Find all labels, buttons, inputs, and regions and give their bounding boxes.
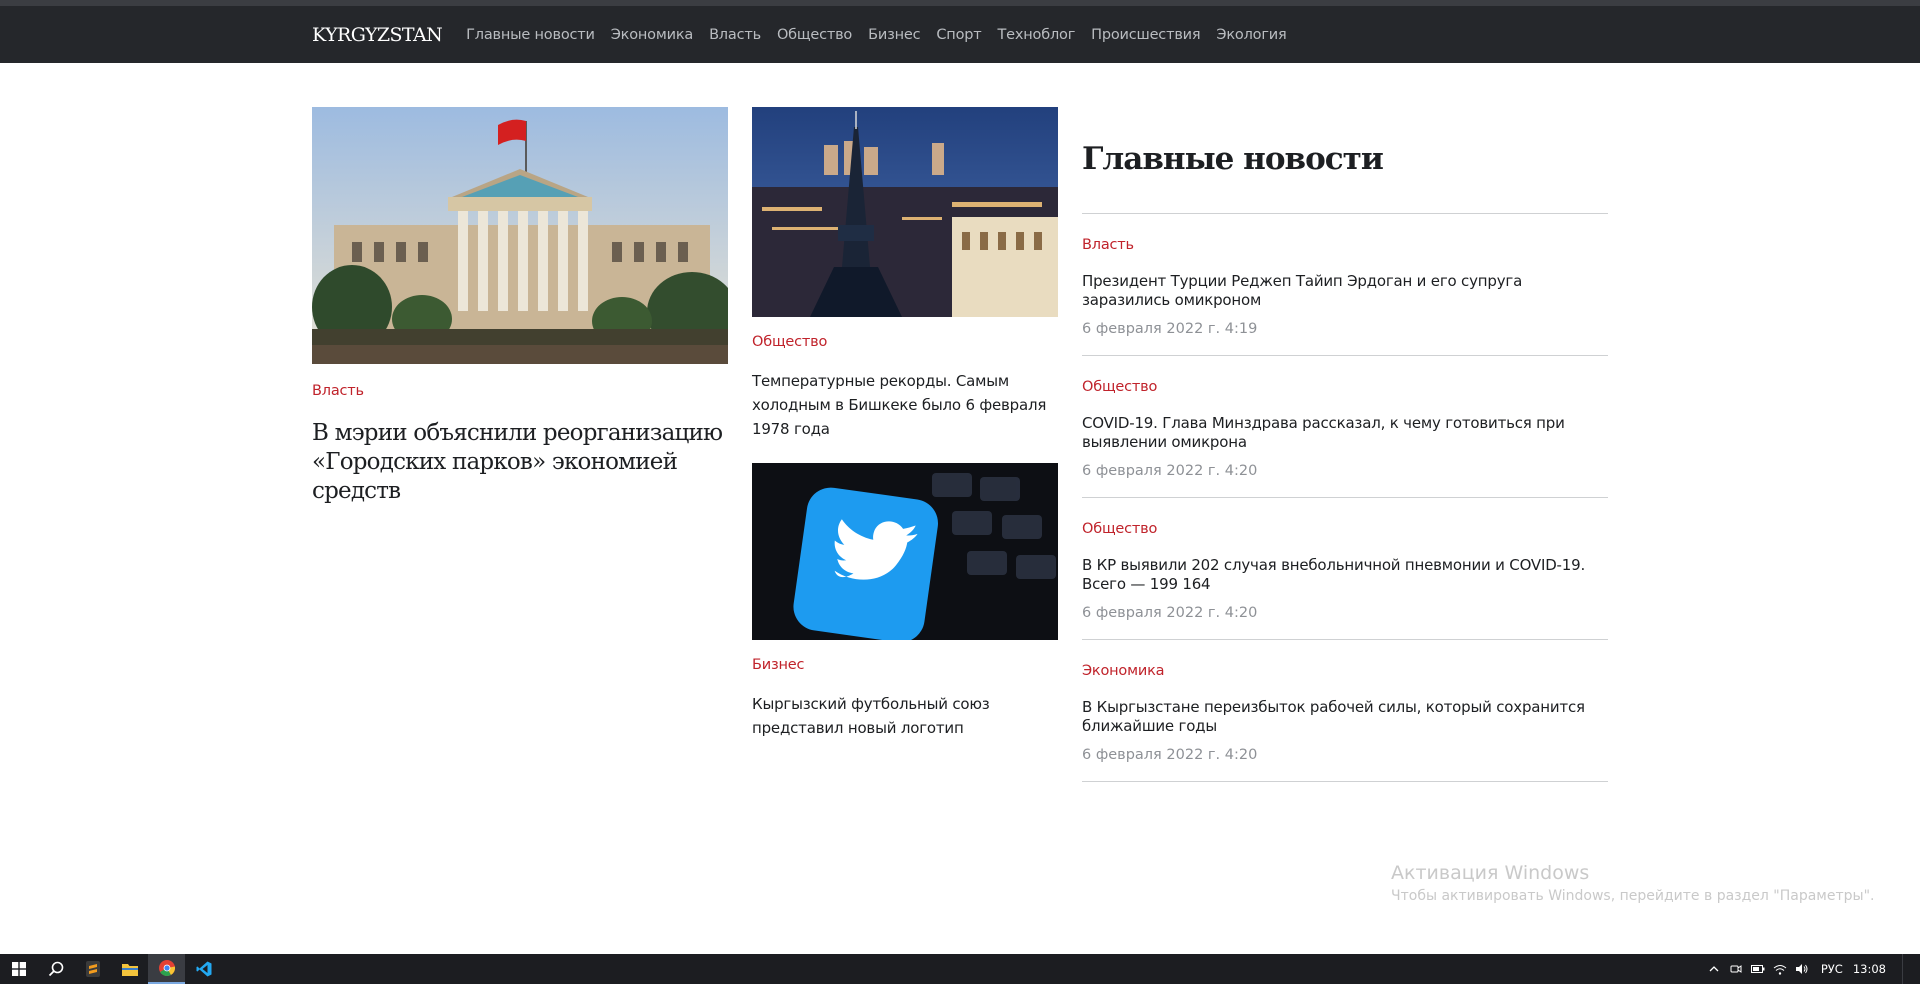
sidebar-item-date: 6 февраля 2022 г. 4:20 — [1082, 605, 1258, 621]
windows-activation-watermark: Активация Windows Чтобы активировать Win… — [1391, 862, 1874, 904]
sidebar-news-item: Общество COVID-19. Глава Минздрава расск… — [1082, 356, 1608, 498]
sidebar-item-date: 6 февраля 2022 г. 4:19 — [1082, 321, 1258, 337]
meet-now-icon[interactable] — [1725, 954, 1747, 984]
sidebar-item-title[interactable]: В Кыргызстане переизбыток рабочей силы, … — [1082, 698, 1608, 736]
mid-story-1-category[interactable]: Общество — [752, 334, 827, 350]
main-nav: Главные новости Экономика Власть Обществ… — [466, 27, 1302, 43]
search-icon[interactable] — [37, 954, 74, 984]
taskbar-clock[interactable]: 13:08 — [1853, 962, 1886, 976]
wifi-icon[interactable] — [1769, 954, 1791, 984]
sidebar-news-item: Общество В КР выявили 202 случая внеболь… — [1082, 498, 1608, 640]
sidebar-item-category[interactable]: Общество — [1082, 379, 1157, 395]
mid-story-2-image[interactable] — [752, 463, 1058, 640]
nav-item-incidents[interactable]: Происшествия — [1091, 27, 1200, 43]
file-explorer-icon[interactable] — [111, 954, 148, 984]
mid-story-1: Общество Температурные рекорды. Самым хо… — [752, 107, 1058, 441]
watermark-subtitle: Чтобы активировать Windows, перейдите в … — [1391, 888, 1875, 904]
volume-icon[interactable] — [1791, 954, 1813, 984]
sidebar-item-title[interactable]: COVID-19. Глава Минздрава рассказал, к ч… — [1082, 414, 1608, 452]
nav-item-ecology[interactable]: Экология — [1216, 27, 1286, 43]
sidebar-news-item: Экономика В Кыргызстане переизбыток рабо… — [1082, 640, 1608, 782]
mid-story-2-title[interactable]: Кыргызский футбольный союз представил но… — [752, 692, 1058, 740]
chevron-up-icon[interactable] — [1703, 954, 1725, 984]
sidebar-item-title[interactable]: В КР выявили 202 случая внебольничной пн… — [1082, 556, 1608, 594]
nav-item-society[interactable]: Общество — [777, 27, 852, 43]
battery-icon[interactable] — [1747, 954, 1769, 984]
start-icon[interactable] — [0, 954, 37, 984]
site-logo[interactable]: KYRGYZSTAN — [312, 24, 443, 46]
system-tray: РУС 13:08 — [1703, 954, 1920, 984]
nav-item-economy[interactable]: Экономика — [611, 27, 694, 43]
nav-item-techblog[interactable]: Техноблог — [998, 27, 1076, 43]
vscode-icon[interactable] — [185, 954, 222, 984]
sidebar-item-date: 6 февраля 2022 г. 4:20 — [1082, 463, 1258, 479]
sidebar-item-title[interactable]: Президент Турции Реджеп Тайип Эрдоган и … — [1082, 272, 1608, 310]
mid-story-1-title[interactable]: Температурные рекорды. Самым холодным в … — [752, 369, 1058, 441]
mid-story-2-category[interactable]: Бизнес — [752, 657, 804, 673]
nav-item-power[interactable]: Власть — [709, 27, 761, 43]
sidebar-item-category[interactable]: Экономика — [1082, 663, 1165, 679]
show-desktop-button[interactable] — [1902, 954, 1920, 984]
nav-item-main-news[interactable]: Главные новости — [466, 27, 595, 43]
watermark-title: Активация Windows — [1391, 862, 1590, 884]
sidebar-item-category[interactable]: Власть — [1082, 237, 1134, 253]
mid-story-1-image[interactable] — [752, 107, 1058, 317]
sidebar-item-date: 6 февраля 2022 г. 4:20 — [1082, 747, 1258, 763]
nav-item-business[interactable]: Бизнес — [868, 27, 920, 43]
sidebar-item-category[interactable]: Общество — [1082, 521, 1157, 537]
main-story-category[interactable]: Власть — [312, 383, 364, 399]
windows-taskbar: РУС 13:08 — [0, 954, 1920, 984]
main-story: Власть В мэрии объяснили реорганизацию «… — [312, 107, 728, 506]
top-news-sidebar: Главные новости Власть Президент Турции … — [1082, 107, 1608, 782]
header-inner: KYRGYZSTAN Главные новости Экономика Вла… — [312, 6, 1302, 63]
sublime-icon[interactable] — [74, 954, 111, 984]
mid-story-2: Бизнес Кыргызский футбольный союз предст… — [752, 463, 1058, 740]
main-story-title[interactable]: В мэрии объяснили реорганизацию «Городск… — [312, 419, 728, 506]
nav-item-sport[interactable]: Спорт — [936, 27, 981, 43]
chrome-icon[interactable] — [148, 954, 185, 984]
site-header: KYRGYZSTAN Главные новости Экономика Вла… — [0, 0, 1920, 63]
sidebar-news-item: Власть Президент Турции Реджеп Тайип Эрд… — [1082, 214, 1608, 356]
sidebar-heading: Главные новости — [1082, 141, 1384, 177]
taskbar-apps — [0, 954, 222, 984]
language-indicator[interactable]: РУС — [1821, 962, 1843, 976]
main-story-image[interactable] — [312, 107, 728, 364]
